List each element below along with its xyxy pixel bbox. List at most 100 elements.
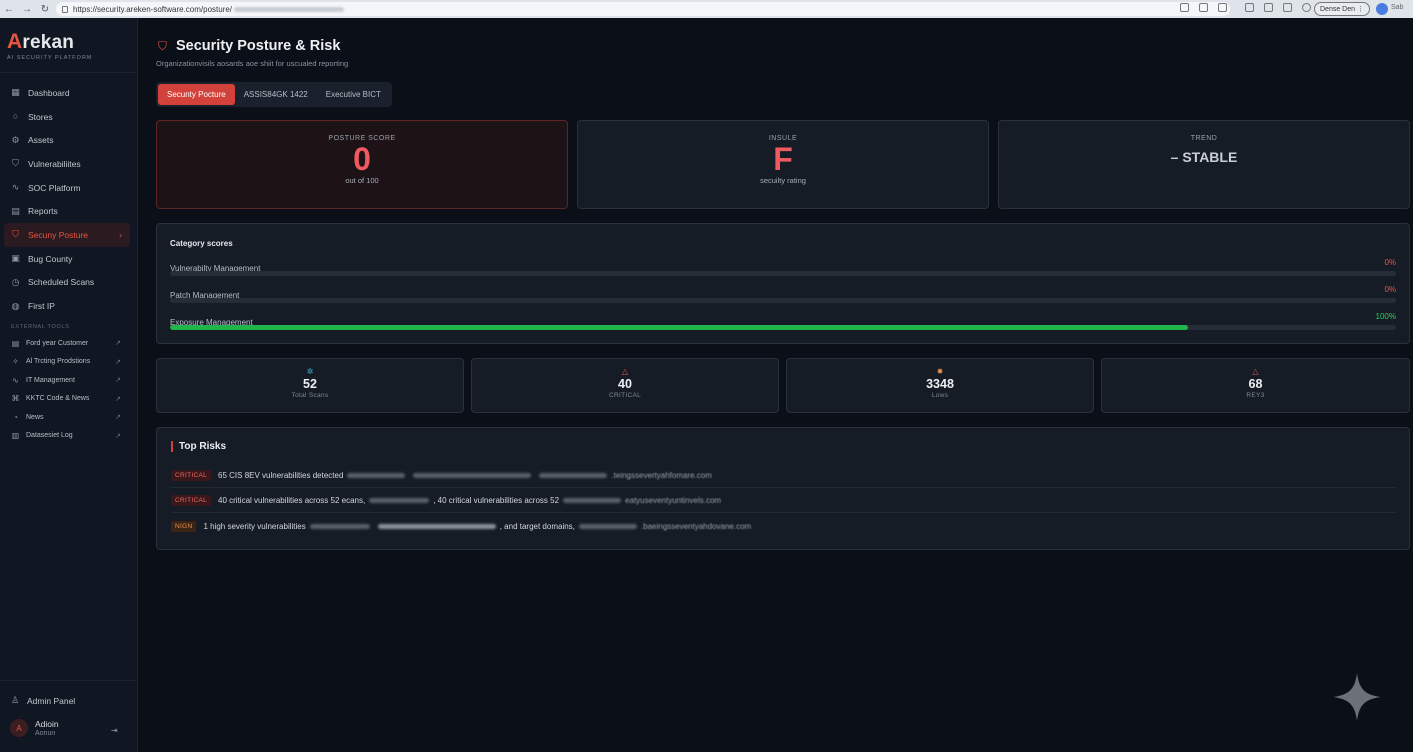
- external-link-icon: ↗: [115, 358, 121, 366]
- puzzle-icon[interactable]: [1264, 3, 1273, 12]
- stat-card-keys: △ 68 REY3: [1101, 358, 1410, 413]
- external-item[interactable]: ▥ Datasesiet Log ↗: [4, 426, 130, 445]
- code-icon: ⌘: [11, 394, 20, 404]
- external-item[interactable]: ✧ Al Trcting Prodstions ↗: [4, 352, 130, 371]
- redacted-ip: [539, 473, 608, 478]
- document-icon: ▤: [11, 205, 20, 216]
- card-label: TREND: [1190, 135, 1218, 142]
- extension-icon[interactable]: [1245, 3, 1254, 12]
- account-avatar[interactable]: [1376, 3, 1388, 15]
- sidebar-item-dashboard[interactable]: ▦ Dashboard: [4, 81, 130, 105]
- sidebar-item-scheduled-scans[interactable]: ◷ Scheduled Scans: [4, 271, 130, 295]
- posture-score-card: POSTURE SCORE 0 out of 100: [156, 120, 568, 209]
- search-icon: ○: [12, 111, 19, 122]
- stat-label: CRITICAL: [608, 392, 641, 399]
- lock-icon: [62, 5, 68, 13]
- user-profile[interactable]: A Adioin Aonun: [10, 719, 59, 737]
- rating-value: F: [773, 141, 793, 177]
- zoom-icon[interactable]: [1180, 3, 1189, 12]
- external-item[interactable]: ▤ Ford year Customer ↗: [4, 334, 130, 353]
- redacted-text: [413, 473, 532, 478]
- sparkle-icon[interactable]: [1332, 672, 1382, 722]
- address-bar[interactable]: https://security.areken-software.com/pos…: [56, 2, 1230, 16]
- risk-row[interactable]: CRITICAL 65 CIS 8EV vulnerabilities dete…: [171, 464, 1397, 488]
- risk-text-secondary: , 40 critical vulnerabilities across 52: [433, 496, 560, 505]
- shield-icon: ⛉: [12, 229, 19, 240]
- external-link-icon: ↗: [115, 414, 121, 422]
- sidebar-icon[interactable]: [1283, 3, 1292, 12]
- category-pct: 0%: [1384, 285, 1396, 294]
- profile-icon[interactable]: [1302, 3, 1311, 12]
- risk-text-main: 1 high severity vulnerabilities: [203, 521, 306, 531]
- external-item[interactable]: ∿ IT Management ↗: [4, 371, 130, 390]
- risk-domain: eatyuseventyuntinvels.com: [625, 496, 722, 505]
- rss-icon: ◔: [13, 412, 18, 422]
- warning-icon: △: [1252, 367, 1259, 376]
- url-blurred-segment: [234, 6, 345, 12]
- posture-score-value: 0: [353, 141, 371, 177]
- progress-bar: [170, 298, 1396, 303]
- sidebar-item-stores[interactable]: ○ Stores: [4, 105, 130, 129]
- progress-bar: [170, 325, 1396, 330]
- progress-fill: [170, 325, 1188, 330]
- redacted-ip: [578, 523, 637, 529]
- stat-card-lows: ✹ 3348 Lows: [786, 358, 1094, 413]
- tab-executive[interactable]: Executive BICT: [317, 84, 390, 105]
- external-item-label: News: [26, 413, 44, 421]
- external-item-label: IT Management: [26, 376, 75, 384]
- admin-panel-label: Admin Panel: [27, 695, 76, 706]
- external-link-icon: ↗: [115, 432, 121, 440]
- stat-label: Lows: [931, 392, 949, 399]
- brand-name: rekan: [22, 32, 75, 53]
- user-icon: ♙: [11, 695, 20, 705]
- category-row: Patch Management 0%: [170, 285, 1396, 303]
- risk-row[interactable]: CRITICAL 40 critical vulnerabilities acr…: [171, 489, 1397, 513]
- page-title: ⛉ Security Posture & Risk: [158, 38, 340, 54]
- gear-icon: ⚙: [11, 134, 20, 145]
- sidebar-item-bug-bounty[interactable]: ▣ Bug County: [4, 247, 130, 271]
- sidebar: Arekan AI SECURITY PLATFORM ▦ Dashboard ○…: [0, 18, 138, 752]
- external-item[interactable]: ◔ News ↗: [4, 408, 130, 427]
- risk-text-main: 65 CIS 8EV vulnerabilities detected: [218, 471, 344, 480]
- severity-badge: CRITICAL: [171, 495, 212, 506]
- external-item-label: Ford year Customer: [26, 339, 89, 347]
- sidebar-item-vulnerabilities[interactable]: ⛉ Vulnerabiliites: [4, 152, 130, 176]
- external-item-label: Al Trcting Prodstions: [26, 358, 91, 366]
- sidebar-item-reports[interactable]: ▤ Reports: [4, 199, 130, 223]
- tab-assessment[interactable]: ASSIS84GK 1422: [235, 84, 317, 105]
- external-link-icon: ↗: [115, 395, 121, 403]
- stat-card-critical: △ 40 CRITICAL: [471, 358, 779, 413]
- page-subtitle: Organizationvisils aosards aoe shiit for…: [156, 59, 349, 68]
- sidebar-item-first-ip[interactable]: ◍ First IP: [4, 294, 130, 318]
- document-icon: ▥: [11, 431, 20, 441]
- profile-button[interactable]: Dense Den ⋮: [1314, 2, 1370, 16]
- main-content: ⛉ Security Posture & Risk Organizationvi…: [138, 18, 1413, 752]
- trend-card: TREND – STABLE: [998, 120, 1410, 209]
- risk-row[interactable]: NIGN 1 high severity vulnerabilities , a…: [171, 514, 1397, 538]
- card-sub: out of 100: [345, 176, 379, 186]
- category-scores-title: Category scores: [170, 239, 233, 248]
- sidebar-item-security-posture[interactable]: ⛉ Secuny Posture ›: [4, 223, 130, 247]
- logout-icon[interactable]: ⇥: [111, 726, 118, 735]
- bug-icon: ▣: [11, 253, 20, 264]
- tab-security-posture[interactable]: Secunty Pocture: [158, 84, 235, 105]
- external-item[interactable]: ⌘ KKTC Code & News ↗: [4, 389, 130, 408]
- severity-badge: NIGN: [171, 520, 197, 532]
- sidebar-item-soc-platform[interactable]: ∿ SOC Platform: [4, 176, 130, 200]
- sidebar-item-assets[interactable]: ⚙ Assets: [4, 128, 130, 152]
- reload-icon[interactable]: ↻: [36, 4, 54, 15]
- top-risks-title: Top Risks: [171, 441, 226, 452]
- brand-logo[interactable]: Arekan AI SECURITY PLATFORM: [7, 30, 93, 61]
- forward-icon[interactable]: →: [18, 4, 36, 15]
- external-tools-heading: EXTERNAL TOOLS: [11, 323, 70, 330]
- external-link-icon: ↗: [115, 340, 121, 348]
- star-icon[interactable]: [1218, 3, 1227, 12]
- share-icon[interactable]: [1199, 3, 1208, 12]
- back-icon[interactable]: ←: [0, 4, 18, 15]
- warning-icon: △: [621, 367, 629, 376]
- tab-bar: Secunty Pocture ASSIS84GK 1422 Executive…: [156, 82, 392, 107]
- admin-panel-link[interactable]: ♙ Admin Panel: [11, 695, 75, 706]
- browser-toolbar: ← → ↻ https://security.areken-software.c…: [0, 0, 1413, 18]
- risk-text: 1 high severity vulnerabilities , and ta…: [203, 522, 751, 531]
- stat-value: 3348: [926, 377, 954, 391]
